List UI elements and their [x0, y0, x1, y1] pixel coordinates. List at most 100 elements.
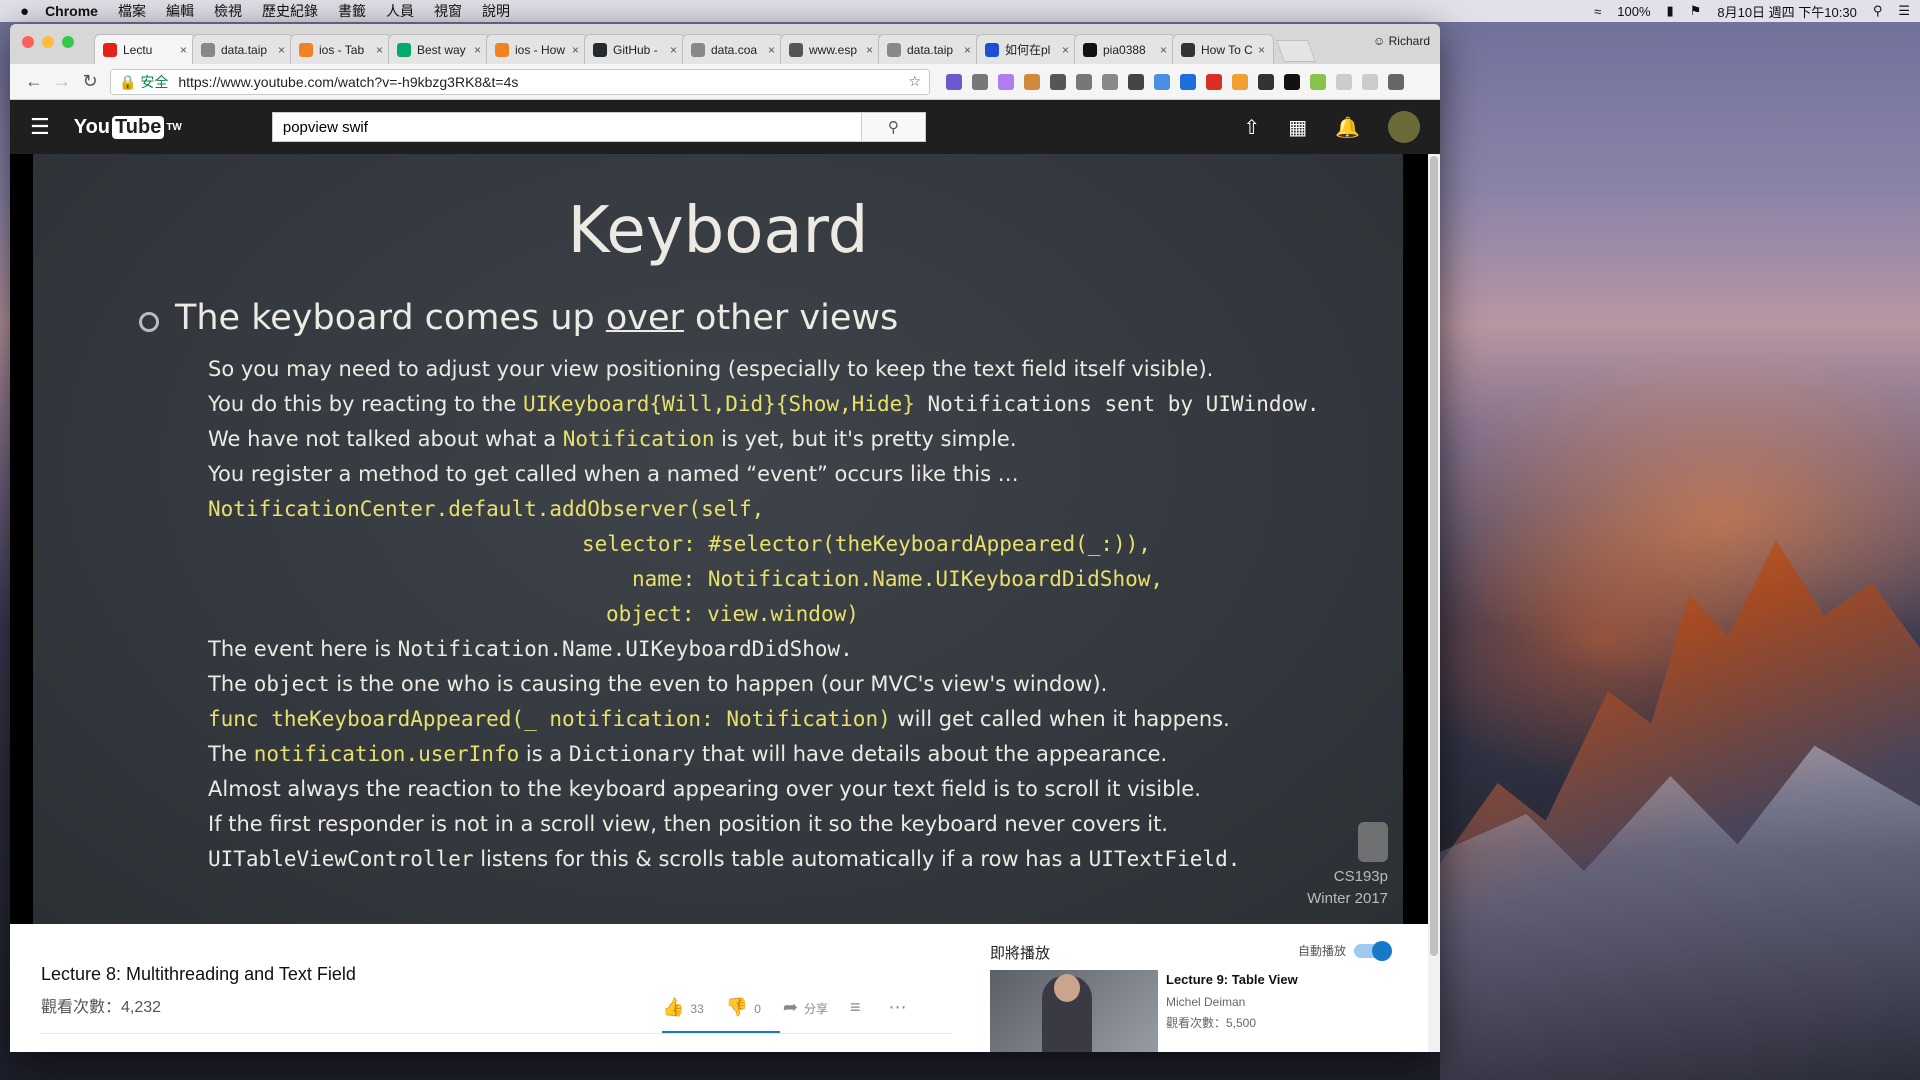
chrome-menu-icon[interactable]: [1388, 73, 1404, 90]
extension-icon[interactable]: [946, 73, 962, 90]
browser-tab[interactable]: Best way ×: [388, 34, 490, 64]
url-text[interactable]: https://www.youtube.com/watch?v=-h9kbzg3…: [178, 74, 908, 90]
like-button[interactable]: 👍 33: [662, 997, 704, 1018]
bookmark-star-icon[interactable]: ☆: [908, 73, 921, 90]
browser-tab[interactable]: 如何在pl ×: [976, 34, 1078, 64]
app-menu-chrome[interactable]: Chrome: [45, 3, 98, 19]
menu-history[interactable]: 歷史紀錄: [262, 1, 318, 21]
menu-file[interactable]: 檔案: [118, 1, 146, 21]
slide-line: UITableViewController listens for this &…: [208, 842, 1319, 877]
more-actions-button[interactable]: ⋯: [889, 997, 913, 1018]
avatar[interactable]: [1388, 111, 1420, 143]
extension-icon[interactable]: [1128, 73, 1144, 90]
extension-icon[interactable]: [1102, 73, 1118, 90]
browser-tab[interactable]: data.taip ×: [878, 34, 980, 64]
extension-icon[interactable]: [1206, 73, 1222, 90]
zoom-window-button[interactable]: [62, 36, 74, 48]
tab-close-icon[interactable]: ×: [670, 43, 677, 57]
tab-close-icon[interactable]: ×: [1062, 43, 1069, 57]
browser-tab[interactable]: www.esp ×: [780, 34, 882, 64]
tab-close-icon[interactable]: ×: [572, 43, 579, 57]
menu-bookmarks[interactable]: 書籤: [338, 1, 366, 21]
extension-icon[interactable]: [1154, 73, 1170, 90]
code: Notifications sent by UIWindow.: [914, 392, 1320, 416]
extension-icon[interactable]: [972, 73, 988, 90]
add-to-playlist-button[interactable]: ≡: [850, 997, 867, 1018]
tab-close-icon[interactable]: ×: [1258, 43, 1265, 57]
browser-tab[interactable]: ios - How ×: [486, 34, 588, 64]
battery-percent[interactable]: 100%: [1617, 4, 1650, 19]
back-icon[interactable]: ←: [20, 71, 48, 92]
extension-icon[interactable]: [1232, 73, 1248, 90]
tab-close-icon[interactable]: ×: [278, 43, 285, 57]
page-scrollbar[interactable]: [1428, 154, 1440, 1052]
extension-icon[interactable]: [1076, 73, 1092, 90]
forward-icon[interactable]: →: [48, 71, 76, 92]
extension-icon[interactable]: [1310, 73, 1326, 90]
scrollbar-thumb[interactable]: [1430, 156, 1438, 956]
browser-tab[interactable]: data.taip ×: [192, 34, 294, 64]
dislike-button[interactable]: 👎 0: [726, 997, 761, 1018]
autoplay-toggle[interactable]: [1354, 940, 1392, 961]
thumbnail-face: [1054, 974, 1080, 1002]
address-bar[interactable]: 🔒 安全 https://www.youtube.com/watch?v=-h9…: [110, 68, 930, 95]
battery-icon[interactable]: ▮: [1667, 3, 1674, 19]
menu-view[interactable]: 檢視: [214, 1, 242, 21]
secure-lock-icon[interactable]: 🔒 安全: [119, 72, 168, 92]
upload-icon[interactable]: ⇧: [1243, 115, 1260, 140]
header-actions: ⇧ ▦ 🔔: [1243, 111, 1420, 143]
profile-button[interactable]: ☺ Richard: [1373, 34, 1430, 48]
search-input[interactable]: [271, 112, 862, 142]
tab-close-icon[interactable]: ×: [474, 43, 481, 57]
recommended-channel[interactable]: Michel Deiman: [1166, 995, 1298, 1009]
reload-icon[interactable]: ↻: [76, 71, 104, 92]
video-player[interactable]: Keyboard The keyboard comes up over othe…: [10, 154, 1440, 924]
extension-icon[interactable]: [1258, 73, 1274, 90]
menu-edit[interactable]: 編輯: [166, 1, 194, 21]
youtube-logo[interactable]: You Tube TW: [74, 115, 182, 139]
tab-close-icon[interactable]: ×: [1160, 43, 1167, 57]
browser-tab[interactable]: GitHub - ×: [584, 34, 686, 64]
extension-icon[interactable]: [1362, 73, 1378, 90]
extension-icon[interactable]: [1180, 73, 1196, 90]
text: is the one who is causing the even to ha…: [329, 672, 1108, 696]
extension-icon[interactable]: [1284, 73, 1300, 90]
tab-close-icon[interactable]: ×: [768, 43, 775, 57]
browser-tab[interactable]: ios - Tab ×: [290, 34, 392, 64]
video-thumbnail[interactable]: [990, 970, 1158, 1052]
menu-help[interactable]: 說明: [482, 1, 510, 21]
apps-grid-icon[interactable]: ▦: [1288, 115, 1307, 140]
tab-close-icon[interactable]: ×: [376, 43, 383, 57]
browser-tab[interactable]: pia0388 ×: [1074, 34, 1176, 64]
guide-menu-icon[interactable]: ☰: [30, 114, 50, 140]
video-info-area: Lecture 8: Multithreading and Text Field…: [10, 924, 1440, 1052]
input-source-flag-icon[interactable]: ⚑: [1690, 3, 1702, 19]
search-button[interactable]: ⚲: [861, 112, 926, 142]
menu-window[interactable]: 視窗: [434, 1, 462, 21]
browser-tab[interactable]: data.coa ×: [682, 34, 784, 64]
browser-tab[interactable]: How To C ×: [1172, 34, 1274, 64]
extension-icon[interactable]: [998, 73, 1014, 90]
tab-close-icon[interactable]: ×: [866, 43, 873, 57]
browser-tab[interactable]: Lectu ×: [94, 34, 196, 64]
extension-icon[interactable]: [1024, 73, 1040, 90]
menu-people[interactable]: 人員: [386, 1, 414, 21]
tab-close-icon[interactable]: ×: [964, 43, 971, 57]
extension-icon[interactable]: [1050, 73, 1066, 90]
spotlight-search-icon[interactable]: ⚲: [1873, 3, 1883, 19]
share-button[interactable]: ➦ 分享: [783, 997, 828, 1018]
clock[interactable]: 8月10日 週四 下午10:30: [1717, 2, 1856, 21]
recommended-title[interactable]: Lecture 9: Table View: [1166, 972, 1298, 987]
new-tab-button[interactable]: [1275, 40, 1317, 62]
extension-icon[interactable]: [1336, 73, 1352, 90]
notifications-bell-icon[interactable]: 🔔: [1335, 115, 1360, 140]
notification-center-icon[interactable]: ☰: [1898, 3, 1910, 19]
chrome-window: Lectu × data.taip × ios - Tab × Best way × ios -…: [10, 24, 1440, 1052]
tab-close-icon[interactable]: ×: [180, 43, 187, 57]
close-window-button[interactable]: [22, 36, 34, 48]
minimize-window-button[interactable]: [42, 36, 54, 48]
course-watermark: CS193p Winter 2017: [1307, 822, 1388, 910]
recommended-video[interactable]: Lecture 9: Table View Michel Deiman 觀看次數…: [990, 970, 1298, 1052]
apple-menu-icon[interactable]: ●: [20, 3, 29, 20]
wifi-icon[interactable]: ≈: [1594, 4, 1601, 19]
